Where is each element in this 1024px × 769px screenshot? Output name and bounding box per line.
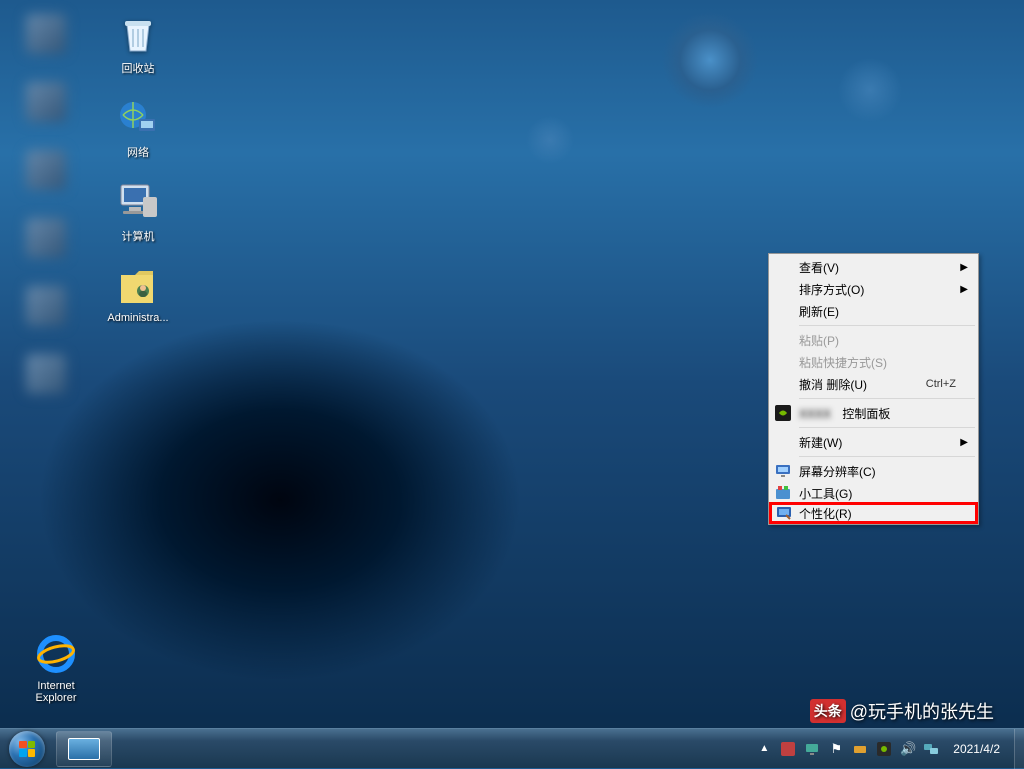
menu-item-label: 屏幕分辨率(C) [799, 463, 956, 480]
menu-separator [799, 427, 975, 428]
administrator-desktop-icon[interactable]: Administra... [102, 262, 174, 324]
blurred-icon-4-icon [22, 214, 70, 262]
recycle-bin-label: 回收站 [102, 60, 174, 76]
menu-item-查看v[interactable]: 查看(V) ▶ [771, 256, 976, 278]
menu-shortcut: Ctrl+Z [926, 378, 956, 390]
desktop-icons-area: 回收站网络计算机 Administra... [10, 10, 174, 400]
blurred-icon-5-desktop-icon[interactable] [10, 282, 82, 332]
menu-item-label: 排序方式(O) [799, 281, 956, 298]
recycle-bin-desktop-icon[interactable]: 回收站 [102, 10, 174, 76]
taskbar: ▲ ⚑ 🔊 2021/4/2 [0, 728, 1024, 768]
administrator-label: Administra... [102, 312, 174, 324]
menu-item-label: 粘贴(P) [799, 332, 956, 349]
menu-separator [799, 398, 975, 399]
menu-item-label: 新建(W) [799, 434, 956, 451]
menu-item-label: 粘贴快捷方式(S) [799, 354, 956, 371]
blurred-icon-6-desktop-icon[interactable] [10, 350, 82, 400]
menu-item-个性化r[interactable]: 个性化(R) [769, 502, 978, 524]
menu-item-粘贴快捷方式s: 粘贴快捷方式(S) [771, 351, 976, 373]
desktop-context-menu[interactable]: 查看(V) ▶ 排序方式(O) ▶ 刷新(E) 粘贴(P) 粘贴快捷方式(S) 撤消 删除(U… [768, 253, 979, 525]
blurred-icon-3-icon [22, 146, 70, 194]
tray-overflow-arrow[interactable]: ▲ [755, 740, 773, 758]
ie-icon [32, 630, 80, 678]
start-button[interactable] [0, 729, 54, 769]
menu-item-新建w[interactable]: 新建(W) ▶ [771, 431, 976, 453]
menu-item-label: 小工具(G) [799, 485, 956, 502]
menu-item-label: 撤消 删除(U) [799, 376, 926, 393]
blurred-icon-2-desktop-icon[interactable] [10, 78, 82, 128]
network-desktop-icon[interactable]: 网络 [102, 94, 174, 160]
menu-item-排序方式o[interactable]: 排序方式(O) ▶ [771, 278, 976, 300]
tray-icon-shield[interactable] [779, 740, 797, 758]
administrator-icon [114, 262, 162, 310]
menu-item-label: 查看(V) [799, 259, 956, 276]
show-desktop-button[interactable] [1014, 729, 1024, 769]
internet-explorer-icon[interactable]: Internet Explorer [20, 630, 92, 704]
blurred-icon-1-icon [22, 10, 70, 58]
blurred-icon-2-icon [22, 78, 70, 126]
network-tray-icon[interactable] [923, 740, 941, 758]
menu-item-label: 刷新(E) [799, 303, 956, 320]
network-icon [114, 94, 162, 142]
watermark: 头条 @玩手机的张先生 [810, 698, 994, 724]
tray-icon-monitor[interactable] [803, 740, 821, 758]
blurred-icon-4-desktop-icon[interactable] [10, 214, 82, 264]
computer-desktop-icon[interactable]: 计算机 [102, 178, 174, 244]
volume-icon[interactable]: 🔊 [899, 740, 917, 758]
taskbar-pinned-item[interactable] [56, 731, 112, 767]
tray-icon-disk[interactable] [851, 740, 869, 758]
menu-separator [799, 325, 975, 326]
taskbar-date: 2021/4/2 [953, 742, 1000, 756]
menu-item-label: XXXX 控制面板 [799, 405, 956, 422]
gadget-icon [775, 485, 791, 501]
blurred-icon-1-desktop-icon[interactable] [10, 10, 82, 60]
watermark-badge: 头条 [810, 699, 846, 723]
menu-item-label: 个性化(R) [799, 505, 956, 522]
blurred-icon-5-icon [22, 282, 70, 330]
ie-label: Internet Explorer [20, 680, 92, 704]
submenu-arrow-icon: ▶ [960, 437, 968, 448]
submenu-arrow-icon: ▶ [960, 262, 968, 273]
taskbar-clock[interactable]: 2021/4/2 [947, 742, 1006, 756]
menu-item-小工具g[interactable]: 小工具(G) [771, 482, 976, 504]
start-orb-icon [9, 731, 45, 767]
nvidia-icon [775, 405, 791, 421]
monitor-icon [775, 463, 791, 479]
computer-label: 计算机 [102, 228, 174, 244]
tray-icon-flag[interactable]: ⚑ [827, 740, 845, 758]
system-tray: ▲ ⚑ 🔊 2021/4/2 [751, 740, 1014, 758]
network-label: 网络 [102, 144, 174, 160]
menu-item-粘贴p: 粘贴(P) [771, 329, 976, 351]
submenu-arrow-icon: ▶ [960, 284, 968, 295]
menu-separator [799, 456, 975, 457]
blurred-icon-6-icon [22, 350, 70, 398]
menu-item-撤消 删除u[interactable]: 撤消 删除(U)Ctrl+Z [771, 373, 976, 395]
menu-item-控制面板[interactable]: XXXX 控制面板 [771, 402, 976, 424]
tray-icon-gpu[interactable] [875, 740, 893, 758]
recycle-bin-icon [114, 10, 162, 58]
personalize-icon [776, 505, 792, 521]
computer-icon [114, 178, 162, 226]
menu-item-屏幕分辨率c[interactable]: 屏幕分辨率(C) [771, 460, 976, 482]
menu-item-刷新e[interactable]: 刷新(E) [771, 300, 976, 322]
blurred-icon-3-desktop-icon[interactable] [10, 146, 82, 196]
watermark-text: @玩手机的张先生 [850, 698, 994, 724]
